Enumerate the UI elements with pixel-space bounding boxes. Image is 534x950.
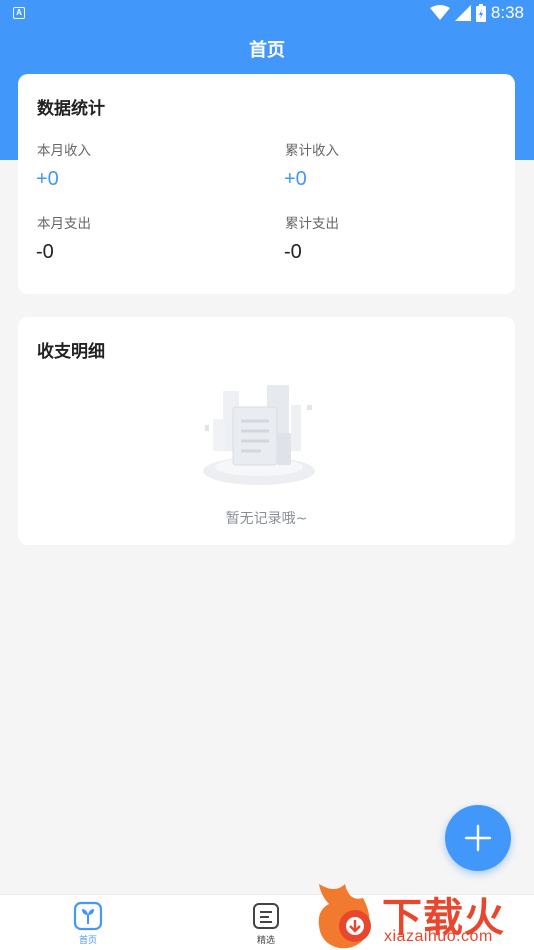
empty-state-illustration [203,385,315,485]
stats-card: 数据统计 本月收入 +0 累计收入 +0 本月支出 -0 累计支出 -0 [18,74,515,294]
tab-home-label: 首页 [78,936,97,946]
tab-home[interactable]: 首页 [58,895,118,950]
status-time: 8:38 [490,3,524,22]
total-expense-label: 累计支出 [285,216,339,232]
add-record-button[interactable] [445,805,511,871]
watermark-subtitle: xiazaihuo.com [384,928,493,945]
total-expense-value: -0 [284,241,302,263]
monthly-income-label: 本月收入 [37,143,91,159]
plus-icon [464,824,492,852]
tab-featured-label: 精选 [256,936,275,946]
wifi-icon [429,5,450,20]
signal-icon [454,5,471,21]
notification-a-icon: A [13,7,25,19]
details-card-title: 收支明细 [37,342,105,362]
monthly-expense-label: 本月支出 [37,216,91,232]
tab-featured[interactable]: 精选 [236,895,296,950]
empty-state-text: 暂无记录哦~ [225,511,308,527]
monthly-income-value: +0 [36,168,59,190]
status-right-group: 8:38 [429,3,524,23]
total-income-value: +0 [284,168,307,190]
home-plant-icon [73,901,103,931]
details-card: 收支明细 暂无记录哦~ [18,317,515,545]
battery-icon [475,4,486,22]
stats-card-title: 数据统计 [37,99,105,119]
page-title: 首页 [249,40,285,61]
total-income-label: 累计收入 [285,143,339,159]
list-icon [253,903,279,929]
monthly-expense-value: -0 [36,241,54,263]
status-bar: A 8:38 [0,0,534,28]
